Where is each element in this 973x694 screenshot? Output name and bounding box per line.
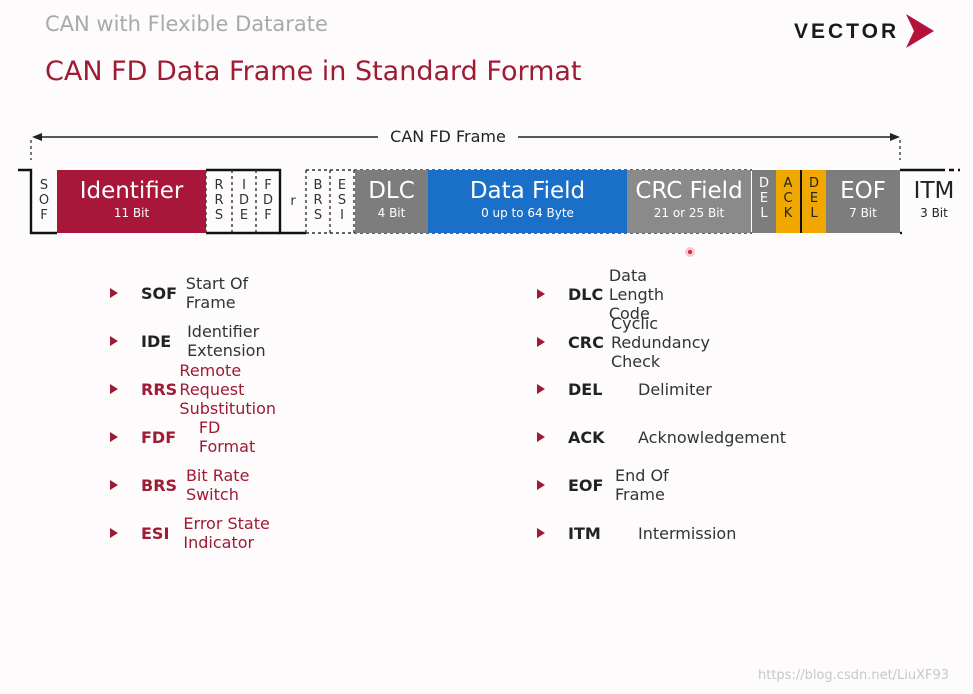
legend-item-esi: ESI Error State Indicator bbox=[110, 514, 282, 552]
field-eof: EOF 7 Bit bbox=[826, 170, 900, 233]
field-dlc: DLC 4 Bit bbox=[355, 170, 428, 233]
legend-item-rrs: RRS Remote Request Substitution bbox=[110, 361, 308, 418]
legend-item-sof: SOF Start Of Frame bbox=[110, 274, 261, 312]
legend-item-dlc: DLC Data Length Code bbox=[537, 266, 693, 323]
bullet-icon bbox=[110, 480, 118, 490]
field-del-2: DEL bbox=[800, 170, 826, 233]
legend-item-ide: IDE Identifier Extension bbox=[110, 322, 290, 360]
legend-item-brs: BRS Bit Rate Switch bbox=[110, 466, 264, 504]
field-sof: SOF bbox=[38, 178, 50, 223]
bullet-icon bbox=[537, 337, 545, 347]
legend-item-fdf: FDF FD Format bbox=[110, 418, 267, 456]
field-r: r bbox=[290, 194, 296, 209]
bullet-icon bbox=[537, 289, 545, 299]
field-ide: IDE bbox=[238, 178, 249, 223]
field-brs: BRS bbox=[313, 178, 323, 223]
field-rrs: RRS bbox=[214, 178, 224, 223]
bullet-icon bbox=[110, 384, 118, 394]
bullet-icon bbox=[537, 432, 545, 442]
watermark: https://blog.csdn.net/LiuXF93 bbox=[758, 668, 950, 683]
cursor-dot bbox=[685, 247, 695, 257]
bullet-icon bbox=[110, 432, 118, 442]
bullet-icon bbox=[537, 384, 545, 394]
field-esi: ESI bbox=[337, 178, 347, 223]
legend-item-del: DEL Delimiter bbox=[537, 377, 712, 401]
field-data: Data Field 0 up to 64 Byte bbox=[428, 170, 627, 233]
bullet-icon bbox=[110, 528, 118, 538]
field-identifier: Identifier 11 Bit bbox=[57, 170, 206, 233]
legend-item-eof: EOF End Of Frame bbox=[537, 466, 688, 504]
field-crc: CRC Field 21 or 25 Bit bbox=[627, 170, 751, 233]
field-ack: ACK bbox=[776, 170, 800, 233]
bullet-icon bbox=[537, 480, 545, 490]
legend-item-itm: ITM Intermission bbox=[537, 521, 736, 545]
legend-item-ack: ACK Acknowledgement bbox=[537, 425, 786, 449]
bullet-icon bbox=[537, 528, 545, 538]
bullet-icon bbox=[110, 288, 118, 298]
bullet-icon bbox=[110, 336, 118, 346]
field-del-1: DEL bbox=[752, 170, 776, 233]
field-itm: ITM 3 Bit bbox=[913, 178, 955, 220]
legend-item-crc: CRC Cyclic Redundancy Check bbox=[537, 314, 737, 371]
field-fdf: FDF bbox=[262, 178, 273, 223]
